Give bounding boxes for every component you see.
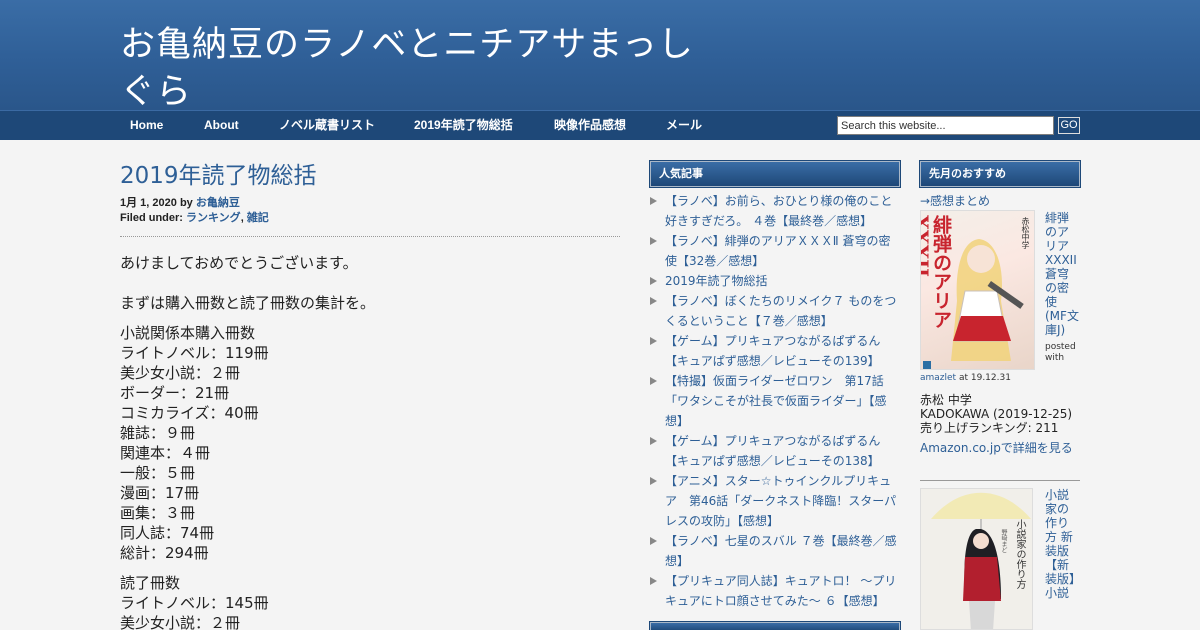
- popular-item-link[interactable]: 【プリキュア同人誌】キュアトロ！ ～プリキュアにトロ顔させてみた～ ６【感想】: [665, 574, 896, 608]
- nav-item-about[interactable]: About: [204, 111, 239, 141]
- popular-item[interactable]: 【プリキュア同人誌】キュアトロ！ ～プリキュアにトロ顔させてみた～ ６【感想】: [650, 571, 900, 611]
- site-title[interactable]: お亀納豆のラノベとニチアサまっしぐら: [120, 22, 720, 116]
- stat-line: ライトノベル：145冊: [120, 594, 269, 612]
- amazlet-line: amazlet at 19.12.31: [920, 373, 1080, 384]
- recommend-widget-title: 先月のおすすめ: [919, 160, 1081, 188]
- amazlet-date: at 19.12.31: [958, 373, 1011, 383]
- read-stats: 読了冊数 ライトノベル：145冊 美少女小説：２冊: [120, 573, 620, 630]
- popular-item[interactable]: 【特撮】仮面ライダーゼロワン 第17話「ワタシこそが社長で仮面ライダー」【感想】: [650, 371, 900, 431]
- filed-label: Filed under:: [120, 212, 183, 224]
- stat-line: 雑誌：９冊: [120, 424, 196, 442]
- stat-line: 漫画：17冊: [120, 484, 200, 502]
- stat-line: コミカライズ：40冊: [120, 404, 259, 422]
- post-author[interactable]: お亀納豆: [196, 197, 240, 209]
- popular-item-link[interactable]: 【ラノベ】七星のスバル ７巻【最終巻／感想】: [665, 534, 897, 568]
- popular-item[interactable]: 【ラノベ】ぼくたちのリメイク７ ものをつくるということ【７巻／感想】: [650, 291, 900, 331]
- popular-item[interactable]: 【アニメ】スター☆トゥインクルプリキュア 第46話「ダークネスト降臨！スターパレ…: [650, 471, 900, 531]
- book-cover-aria-author: 赤松中学: [1021, 217, 1030, 249]
- popular-item[interactable]: 【ゲーム】プリキュアつながるぱずるん【キュアぱず感想／レビューその139】: [650, 331, 900, 371]
- post-body: あけましておめでとうございます。 まずは購入冊数と読了冊数の集計を。 小説関係本…: [120, 253, 620, 630]
- stat-line: 読了冊数: [120, 574, 181, 592]
- next-widget-title: [649, 621, 901, 630]
- post-divider: [120, 236, 620, 237]
- category-ranking[interactable]: ランキング: [186, 212, 241, 224]
- popular-item[interactable]: 【ラノベ】七星のスバル ７巻【最終巻／感想】: [650, 531, 900, 571]
- popular-item-link[interactable]: 【ラノベ】お前ら、おひとり様の俺のこと好きすぎだろ。 ４巻【最終巻／感想】: [665, 194, 892, 228]
- book-aria-author: 赤松 中学: [920, 393, 972, 407]
- nav-item-home[interactable]: Home: [130, 111, 163, 141]
- post-by: by: [179, 197, 193, 209]
- popular-item[interactable]: 【ゲーム】プリキュアつながるぱずるん【キュアぱず感想／レビューその138】: [650, 431, 900, 471]
- stat-line: 総計：294冊: [120, 544, 209, 562]
- stat-line: 小説関係本購入冊数: [120, 324, 256, 342]
- stat-line: ライトノベル：119冊: [120, 344, 269, 362]
- popular-item-link[interactable]: 【ゲーム】プリキュアつながるぱずるん【キュアぱず感想／レビューその138】: [665, 434, 880, 468]
- recommend-divider: [920, 480, 1080, 481]
- stat-line: 画集：３冊: [120, 504, 196, 522]
- book-aria-publisher: KADOKAWA (2019-12-25): [920, 407, 1073, 421]
- posted-with-label: posted with: [1045, 342, 1076, 363]
- stat-line: 美少女小説：２冊: [120, 614, 241, 630]
- stat-line: ボーダー：21冊: [120, 384, 230, 402]
- greeting: あけましておめでとうございます。: [120, 254, 358, 272]
- stat-line: 関連本：４冊: [120, 444, 211, 462]
- popular-list: 【ラノベ】お前ら、おひとり様の俺のこと好きすぎだろ。 ４巻【最終巻／感想】 【ラ…: [650, 191, 900, 611]
- post: 2019年読了物総括 1月 1, 2020 by お亀納豆 Filed unde…: [120, 160, 620, 630]
- post-categories-line: Filed under: ランキング, 雑記: [120, 212, 269, 224]
- nav-item-video-reviews[interactable]: 映像作品感想: [554, 111, 626, 141]
- book-aria-details: 赤松 中学 KADOKAWA (2019-12-25) 売り上げランキング: 2…: [920, 393, 1080, 435]
- popular-item-link[interactable]: 【アニメ】スター☆トゥインクルプリキュア 第46話「ダークネスト降臨！スターパレ…: [665, 474, 896, 528]
- book-cover-novelist[interactable]: 小説家の作り方 野﨑まど: [920, 488, 1033, 630]
- book-cover-novelist-title: 小説家の作り方: [1014, 519, 1025, 589]
- popular-item-link[interactable]: 【特撮】仮面ライダーゼロワン 第17話「ワタシこそが社長で仮面ライダー」【感想】: [665, 374, 887, 428]
- popular-item-link[interactable]: 【ラノベ】ぼくたちのリメイク７ ものをつくるということ【７巻／感想】: [665, 294, 896, 328]
- nav-item-novel-list[interactable]: ノベル蔵書リスト: [279, 111, 375, 141]
- category-misc[interactable]: 雑記: [247, 212, 269, 224]
- site-header: お亀納豆のラノベとニチアサまっしぐら: [0, 0, 1200, 112]
- popular-item[interactable]: 【ラノベ】お前ら、おひとり様の俺のこと好きすぎだろ。 ４巻【最終巻／感想】: [650, 191, 900, 231]
- book-aria-title-link[interactable]: 緋弾のアリアXXXII 蒼穹の密使 (MF文庫J): [1045, 211, 1080, 337]
- main-nav: Home About ノベル蔵書リスト 2019年読了物総括 映像作品感想 メー…: [0, 110, 1200, 140]
- stat-line: 美少女小説：２冊: [120, 364, 241, 382]
- popular-item-link[interactable]: 【ゲーム】プリキュアつながるぱずるん【キュアぱず感想／レビューその139】: [665, 334, 880, 368]
- purchase-stats: 小説関係本購入冊数 ライトノベル：119冊 美少女小説：２冊 ボーダー：21冊 …: [120, 323, 620, 563]
- book-cover-aria-title: 緋弾のアリアXXXII: [920, 215, 952, 329]
- intro: まずは購入冊数と読了冊数の集計を。: [120, 294, 376, 312]
- popular-item-link[interactable]: 【ラノベ】緋弾のアリアＸＸＸⅡ 蒼穹の密使【32巻／感想】: [665, 234, 890, 268]
- post-title-link[interactable]: 2019年読了物総括: [120, 163, 317, 189]
- popular-item-link[interactable]: 2019年読了物総括: [665, 274, 768, 288]
- post-date: 1月 1, 2020: [120, 197, 177, 209]
- book-aria-rank: 売り上げランキング: 211: [920, 421, 1059, 435]
- nav-item-mail[interactable]: メール: [666, 111, 702, 141]
- book-cover-aria[interactable]: 緋弾のアリアXXXII 赤松中学: [920, 210, 1035, 370]
- nav-item-2019-summary[interactable]: 2019年読了物総括: [414, 111, 513, 141]
- search-input[interactable]: [837, 116, 1054, 135]
- popular-widget-title: 人気記事: [649, 160, 901, 188]
- stat-line: 一般：５冊: [120, 464, 196, 482]
- stat-line: 同人誌：74冊: [120, 524, 215, 542]
- amazon-detail-link[interactable]: Amazon.co.jpで詳細を見る: [920, 439, 1073, 457]
- post-title[interactable]: 2019年読了物総括: [120, 160, 620, 192]
- book-novelist-title-link[interactable]: 小説家の作り方 新装版【新装版】小説: [1045, 488, 1080, 600]
- book-cover-novelist-author: 野﨑まど: [1000, 529, 1007, 553]
- amazlet-link[interactable]: amazlet: [920, 373, 956, 383]
- popular-item[interactable]: 2019年読了物総括: [650, 271, 900, 291]
- post-date-line: 1月 1, 2020 by お亀納豆: [120, 196, 620, 211]
- search-go-button[interactable]: GO: [1058, 117, 1080, 134]
- popular-item[interactable]: 【ラノベ】緋弾のアリアＸＸＸⅡ 蒼穹の密使【32巻／感想】: [650, 231, 900, 271]
- review-summary-link[interactable]: →感想まとめ: [920, 192, 990, 210]
